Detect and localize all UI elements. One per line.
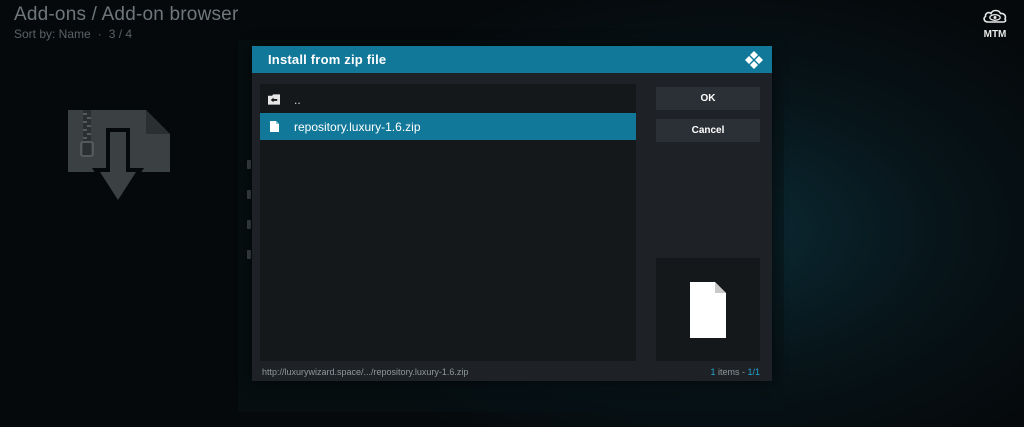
list-item-label: .. <box>294 92 301 107</box>
dialog-header: Install from zip file <box>252 46 772 73</box>
sort-label: Sort by: Name <box>14 27 91 41</box>
position-counter: 3 / 4 <box>108 27 133 41</box>
items-count-word: items - <box>715 367 748 377</box>
page-title: Add-ons / Add-on browser <box>14 4 239 25</box>
background-header: Add-ons / Add-on browser Sort by: Name · 3… <box>14 4 238 41</box>
ok-button[interactable]: OK <box>656 87 760 110</box>
large-file-icon <box>690 281 726 338</box>
kodi-logo-icon <box>745 50 763 69</box>
cancel-button[interactable]: Cancel <box>656 119 760 142</box>
parent-folder-icon <box>268 93 280 107</box>
selected-file-path: http://luxurywizard.space/.../repository… <box>262 367 469 377</box>
dialog-title: Install from zip file <box>268 52 387 67</box>
items-count: 1 items - 1/1 <box>710 367 760 377</box>
list-item-parent[interactable]: .. <box>260 86 636 113</box>
page-indicator: 1/1 <box>747 367 760 377</box>
install-zip-dialog: Install from zip file .. repository.luxu… <box>252 46 772 381</box>
separator: · <box>97 27 102 41</box>
file-list: .. repository.luxury-1.6.zip <box>260 84 636 361</box>
file-icon <box>268 120 280 134</box>
file-preview <box>656 258 760 361</box>
list-item-label: repository.luxury-1.6.zip <box>294 119 421 134</box>
list-item-zip-file[interactable]: repository.luxury-1.6.zip <box>260 113 636 140</box>
zip-install-icon <box>68 110 170 208</box>
brand-badge: MTM <box>980 7 1010 40</box>
sort-info: Sort by: Name · 3 / 4 <box>14 27 238 41</box>
eye-cloud-icon <box>983 9 1007 23</box>
brand-label: MTM <box>983 29 1007 40</box>
